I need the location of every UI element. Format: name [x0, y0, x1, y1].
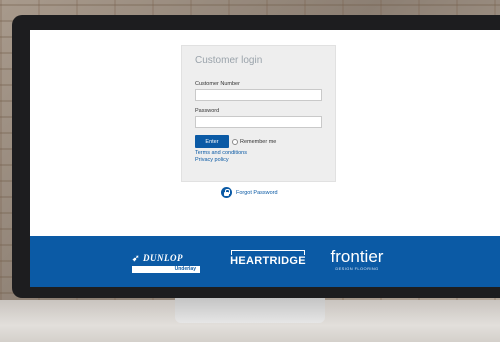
submit-row: Enter Remember me [195, 135, 322, 148]
dunlop-logo: ➹ DUNLOP Underlay [132, 253, 204, 273]
monitor-screen: Customer login Customer Number Password … [30, 30, 500, 287]
terms-link[interactable]: Terms and conditions [195, 150, 322, 156]
brand-footer: ➹ DUNLOP Underlay HEARTRIDGE frontier DES… [30, 236, 500, 287]
dunlop-arrow-icon: ➹ [132, 253, 141, 263]
password-input[interactable] [195, 116, 322, 128]
customer-number-input[interactable] [195, 89, 322, 101]
dunlop-sub: Underlay [132, 266, 200, 273]
enter-button[interactable]: Enter [195, 135, 229, 148]
customer-number-label: Customer Number [195, 81, 240, 87]
frontier-logo: frontier DESIGN FLOORING [322, 247, 392, 271]
login-card: Customer login Customer Number Password … [181, 45, 336, 182]
forgot-password-link[interactable]: Forgot Password [221, 187, 278, 198]
forgot-password-label: Forgot Password [236, 189, 278, 196]
lock-icon [221, 187, 232, 198]
dunlop-name: DUNLOP [143, 253, 184, 263]
privacy-link[interactable]: Privacy policy [195, 157, 322, 163]
frontier-name: frontier [330, 247, 384, 266]
frontier-sub: DESIGN FLOORING [335, 266, 379, 271]
heartridge-name: HEARTRIDGE [230, 255, 306, 267]
remember-me-radio[interactable] [232, 138, 238, 145]
heartridge-logo: HEARTRIDGE [228, 250, 308, 267]
remember-me-label[interactable]: Remember me [240, 139, 276, 145]
login-title: Customer login [195, 55, 263, 66]
password-label: Password [195, 108, 220, 114]
